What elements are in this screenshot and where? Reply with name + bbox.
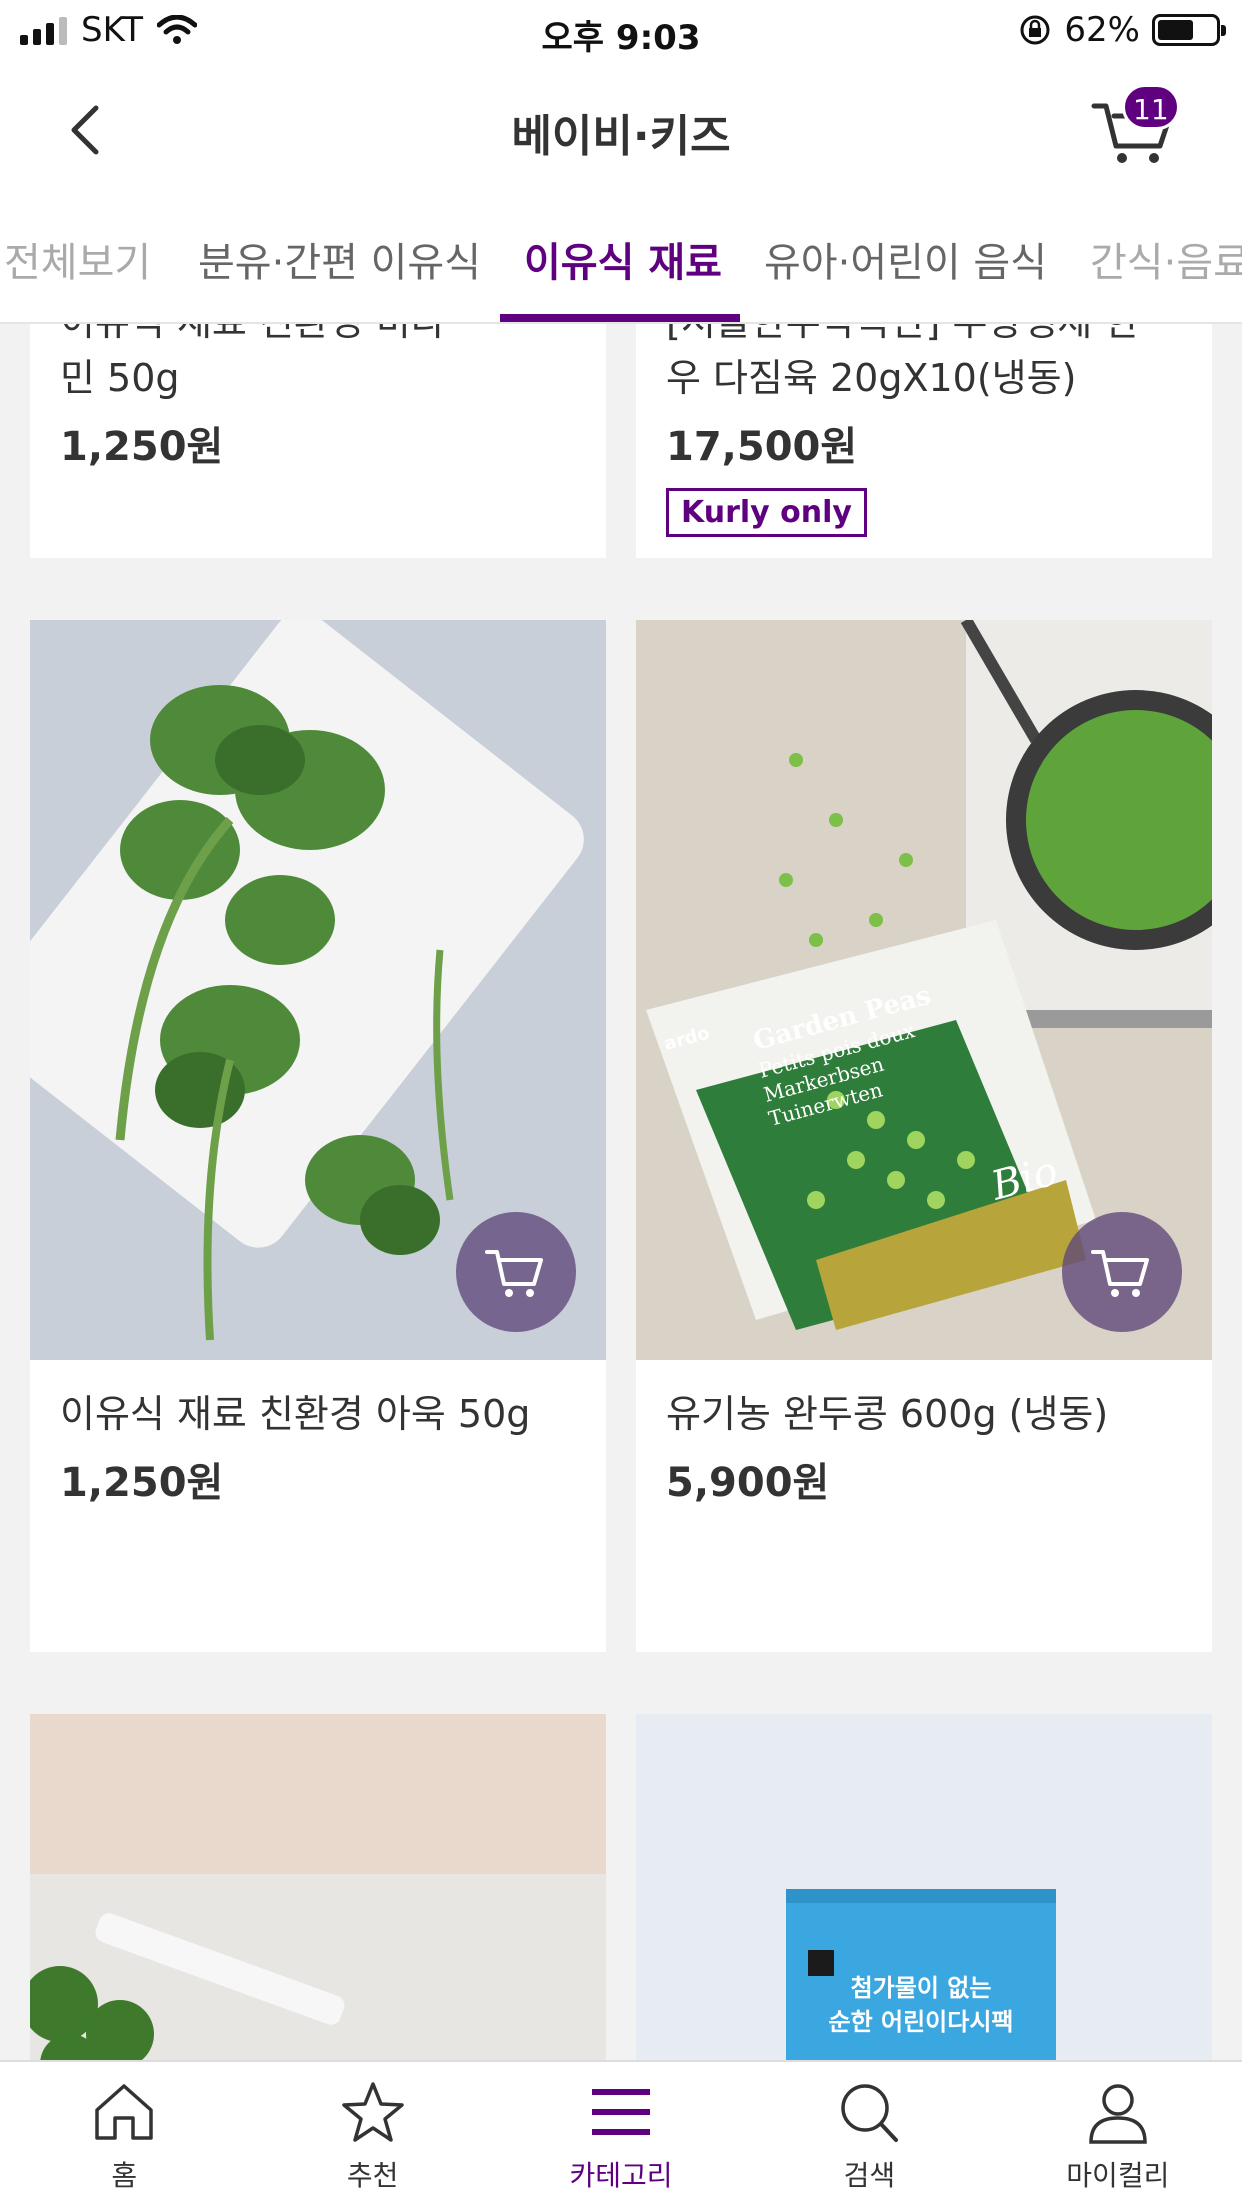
product-name-line1: 이유식 재료 친환경 비타	[60, 324, 576, 350]
user-icon	[1089, 2084, 1147, 2144]
bottom-navigation: 홈 추천 카테고리 검색 마이컬리	[0, 2060, 1242, 2208]
product-name-line1: [서울한우작목반] 무항생제 한	[666, 324, 1182, 350]
tab-snacks[interactable]: 간식·음료	[1090, 230, 1242, 288]
nav-category[interactable]: 카테고리	[497, 2062, 745, 2208]
cart-count-badge: 11	[1122, 84, 1180, 130]
nav-label: 검색	[843, 2159, 896, 2192]
nav-search[interactable]: 검색	[745, 2062, 993, 2208]
battery-percent: 62%	[1064, 10, 1140, 50]
category-tabs: 전체보기 분유·간편 이유식 이유식 재료 유아·어린이 음식 간식·음료	[0, 190, 1242, 324]
nav-label: 카테고리	[569, 2159, 673, 2192]
add-to-cart-button[interactable]	[456, 1212, 576, 1332]
product-price: 1,250원	[60, 1460, 224, 1506]
product-grid: 이유식 재료 친환경 비타 민 50g 1,250원 [서울한우작목반] 무항생…	[0, 324, 1242, 2060]
status-bar: SKT 오후 9:03 62%	[0, 0, 1242, 62]
cart-icon	[1091, 1250, 1149, 1297]
product-name: 유기농 완두콩 600g (냉동)	[666, 1392, 1109, 1436]
product-card[interactable]: 첨가물이 없는 순한 어린이다시팩	[636, 1714, 1212, 2060]
product-card[interactable]	[30, 1714, 606, 2060]
product-card[interactable]: 이유식 재료 친환경 비타 민 50g 1,250원	[30, 324, 606, 558]
page-title: 베이비·키즈	[511, 111, 731, 162]
tab-kids-food[interactable]: 유아·어린이 음식	[764, 230, 1047, 288]
add-to-cart-button[interactable]	[1062, 1212, 1182, 1332]
broccoli-image	[30, 1714, 606, 2060]
nav-home[interactable]: 홈	[0, 2062, 248, 2208]
package-text-dashi-line2: 순한 어린이다시팩	[829, 2008, 1014, 2036]
nav-label: 홈	[111, 2159, 138, 2192]
star-icon	[341, 2082, 404, 2142]
product-name-line2: 우 다짐육 20gX10(냉동)	[666, 356, 1077, 400]
product-image[interactable]	[30, 1714, 606, 2060]
product-price: 1,250원	[60, 424, 224, 470]
tab-formula[interactable]: 분유·간편 이유식	[198, 230, 481, 288]
nav-recommend[interactable]: 추천	[248, 2062, 496, 2208]
search-icon	[841, 2084, 899, 2142]
product-image[interactable]	[30, 620, 606, 1360]
app-header: 베이비·키즈 11	[0, 62, 1242, 190]
home-icon	[95, 2084, 153, 2140]
battery-icon	[1152, 14, 1226, 46]
nav-label: 마이컬리	[1066, 2159, 1170, 2192]
product-card[interactable]: 이유식 재료 친환경 아욱 50g 1,250원	[30, 620, 606, 1652]
product-name: 이유식 재료 친환경 아욱 50g	[60, 1392, 531, 1436]
product-image[interactable]: Garden Peas Petits pois doux Markerbsen …	[636, 620, 1212, 1360]
product-card[interactable]: Garden Peas Petits pois doux Markerbsen …	[636, 620, 1212, 1652]
menu-icon	[592, 2089, 651, 2135]
status-right: 62%	[1018, 10, 1226, 50]
product-name-line2: 민 50g	[60, 356, 180, 400]
product-price: 17,500원	[666, 424, 858, 470]
tab-all[interactable]: 전체보기	[4, 230, 151, 288]
tab-baby-food-ingredients[interactable]: 이유식 재료	[524, 230, 722, 288]
kurly-only-badge: Kurly only	[666, 488, 867, 537]
product-card[interactable]: [서울한우작목반] 무항생제 한 우 다짐육 20gX10(냉동) 17,500…	[636, 324, 1212, 558]
dashi-pack-image: 첨가물이 없는 순한 어린이다시팩	[636, 1714, 1212, 2060]
cart-icon	[485, 1250, 543, 1297]
nav-label: 추천	[346, 2159, 399, 2192]
package-text-dashi-line1: 첨가물이 없는	[851, 1974, 992, 2002]
rotation-lock-icon	[1020, 15, 1050, 45]
product-image[interactable]: 첨가물이 없는 순한 어린이다시팩	[636, 1714, 1212, 2060]
product-price: 5,900원	[666, 1460, 830, 1506]
nav-mykurly[interactable]: 마이컬리	[994, 2062, 1242, 2208]
active-tab-indicator	[500, 314, 740, 322]
